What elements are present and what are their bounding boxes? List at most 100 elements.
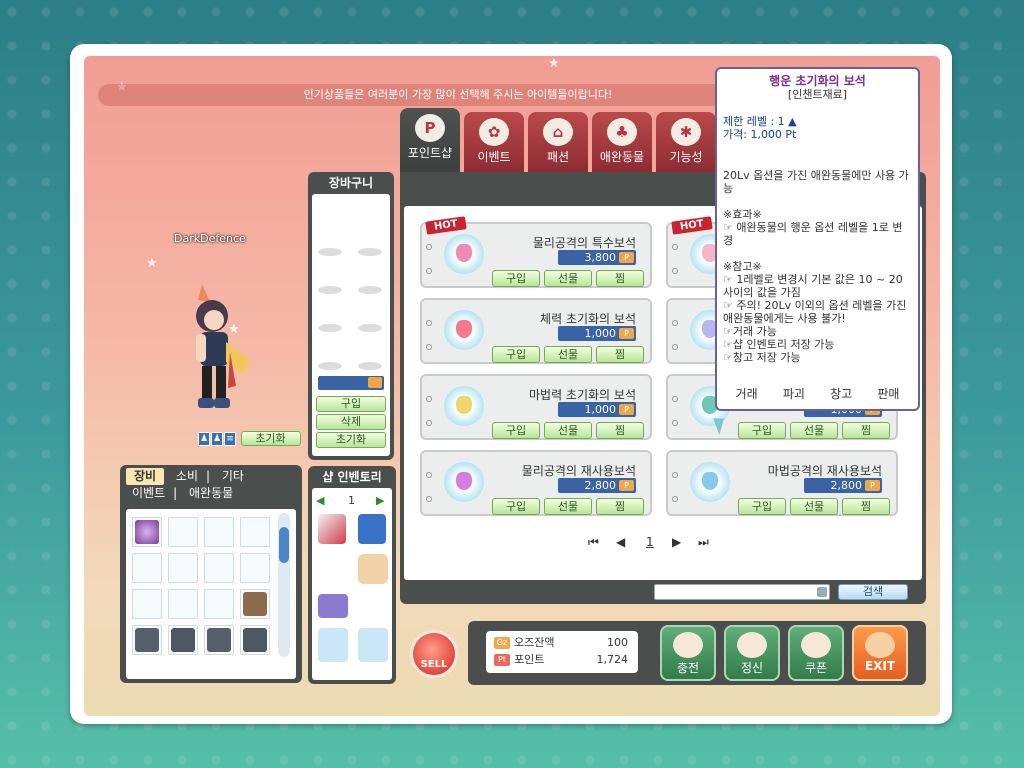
last-page-icon[interactable]: ⏭ — [698, 535, 709, 550]
wish-button[interactable]: 찜 — [842, 422, 890, 439]
inventory-slot[interactable] — [132, 553, 162, 583]
cart-total-field — [318, 376, 384, 390]
gift-button[interactable]: 선물 — [790, 498, 838, 515]
inventory-slot[interactable] — [132, 517, 162, 547]
item-card[interactable]: 마법공격의 재사용보석 2,800 P 구입 선물 찜 — [666, 450, 898, 516]
next-page-icon[interactable]: ▶ — [672, 535, 681, 549]
gift-button[interactable]: 선물 — [790, 422, 838, 439]
buy-button[interactable]: 구입 — [738, 498, 786, 515]
cart-slot[interactable] — [318, 324, 342, 332]
inventory-tab-etc[interactable]: 기타 — [214, 468, 252, 485]
cart-slot[interactable] — [358, 248, 382, 256]
point-currency-icon: P — [619, 404, 634, 415]
buy-button[interactable]: 구입 — [492, 346, 540, 363]
gift-button[interactable]: 선물 — [544, 498, 592, 515]
wish-button[interactable]: 찜 — [596, 270, 644, 287]
shop-item-slot[interactable] — [318, 628, 348, 662]
prev-page-icon[interactable]: ◀ — [316, 494, 324, 507]
cart-title: 장바구니 — [328, 176, 374, 190]
balance-box: Oz 오즈잔액 100 Pt 포인트 1,724 — [486, 631, 638, 673]
walk-icon[interactable]: ♟ — [198, 432, 210, 446]
inventory-tab-consume[interactable]: 소비 — [168, 468, 206, 485]
cart-delete-button[interactable]: 삭제 — [316, 414, 386, 430]
inventory-tab-event[interactable]: 이벤트 — [124, 485, 173, 502]
refresh-button[interactable]: 정신 — [724, 625, 780, 681]
gift-button[interactable]: 선물 — [544, 346, 592, 363]
shop-item-slot[interactable] — [358, 628, 388, 662]
charge-button[interactable]: 충전 — [660, 625, 716, 681]
item-actions: 구입 선물 찜 — [492, 346, 648, 363]
buy-button[interactable]: 구입 — [492, 498, 540, 515]
destroy-label: 파괴 — [782, 387, 805, 401]
wish-button[interactable]: 찜 — [842, 498, 890, 515]
search-button[interactable]: 검색 — [838, 584, 908, 600]
tab-function[interactable]: ✱ 기능성 — [656, 112, 716, 172]
price-value: 2,800 — [830, 479, 863, 492]
gift-button[interactable]: 선물 — [544, 422, 592, 439]
cart-buy-button[interactable]: 구입 — [316, 396, 386, 412]
item-card[interactable]: 체력 초기화의 보석 1,000 P 구입 선물 찜 — [420, 298, 652, 364]
next-page-icon[interactable]: ▶ — [376, 494, 384, 507]
tab-fashion[interactable]: ⌂ 패션 — [528, 112, 588, 172]
card-pin — [426, 344, 432, 350]
inventory-slot[interactable] — [204, 589, 234, 619]
cart-slot[interactable] — [318, 248, 342, 256]
cart-slot[interactable] — [358, 362, 382, 370]
inventory-slot[interactable] — [168, 589, 198, 619]
page-number[interactable]: 1 — [646, 535, 654, 549]
buy-button[interactable]: 구입 — [492, 422, 540, 439]
inventory-slot[interactable] — [132, 625, 162, 655]
cart-slot[interactable] — [318, 362, 342, 370]
cart-slot[interactable] — [318, 286, 342, 294]
inventory-scrollbar[interactable] — [278, 513, 290, 657]
tab-event[interactable]: ✿ 이벤트 — [464, 112, 524, 172]
inventory-slot[interactable] — [240, 589, 270, 619]
shop-item-slot[interactable] — [358, 514, 386, 544]
inventory-slot[interactable] — [240, 553, 270, 583]
point-value: 1,724 — [596, 653, 629, 666]
character-reset-button[interactable]: 초기화 — [240, 431, 301, 446]
cart-slot[interactable] — [358, 286, 382, 294]
item-card[interactable]: 마법력 초기화의 보석 1,000 P 구입 선물 찜 — [420, 374, 652, 440]
cart-slot[interactable] — [358, 324, 382, 332]
item-icon — [243, 592, 267, 616]
prev-page-icon[interactable]: ◀ — [616, 535, 625, 549]
item-card[interactable]: HOT 물리공격의 특수보석 3,800 P 구입 선물 찜 — [420, 216, 652, 288]
inventory-slot[interactable] — [240, 625, 270, 655]
search-dropdown-icon[interactable] — [817, 587, 827, 597]
sell-button[interactable]: SELL — [410, 630, 458, 678]
inventory-slot[interactable] — [204, 553, 234, 583]
buy-button[interactable]: 구입 — [738, 422, 786, 439]
inventory-slot[interactable] — [204, 517, 234, 547]
scrollbar-thumb[interactable] — [279, 527, 289, 563]
inventory-slot[interactable] — [168, 625, 198, 655]
inventory-tab-equip[interactable]: 장비 — [126, 468, 165, 485]
buy-button[interactable]: 구입 — [492, 270, 540, 287]
cart-reset-button[interactable]: 초기화 — [316, 432, 386, 448]
cart-list: 구입 삭제 초기화 — [312, 194, 390, 456]
inventory-slot[interactable] — [168, 517, 198, 547]
list-icon[interactable]: ≡ — [224, 432, 236, 446]
shop-item-slot[interactable] — [318, 594, 348, 618]
wish-button[interactable]: 찜 — [596, 498, 644, 515]
coupon-button[interactable]: 쿠폰 — [788, 625, 844, 681]
inventory-slot[interactable] — [168, 553, 198, 583]
tooltip-note: ☞거래 가능 — [723, 325, 777, 338]
item-card[interactable]: 물리공격의 재사용보석 2,800 P 구입 선물 찜 — [420, 450, 652, 516]
shop-item-slot[interactable] — [358, 554, 388, 584]
inventory-slot[interactable] — [132, 589, 162, 619]
wish-button[interactable]: 찜 — [596, 422, 644, 439]
tab-pet[interactable]: ♣ 애완동물 — [592, 112, 652, 172]
inventory-tab-pet[interactable]: 애완동물 — [181, 485, 241, 502]
item-price: 2,800 P — [558, 478, 636, 493]
gift-button[interactable]: 선물 — [544, 270, 592, 287]
search-input[interactable] — [654, 584, 830, 600]
first-page-icon[interactable]: ⏮ — [588, 535, 599, 550]
shop-item-slot[interactable] — [318, 514, 346, 544]
walk-icon[interactable]: ♟ — [211, 432, 223, 446]
exit-button[interactable]: EXIT — [852, 625, 908, 681]
tab-point-shop[interactable]: P 포인트샵 — [400, 108, 460, 174]
wish-button[interactable]: 찜 — [596, 346, 644, 363]
inventory-slot[interactable] — [204, 625, 234, 655]
inventory-slot[interactable] — [240, 517, 270, 547]
